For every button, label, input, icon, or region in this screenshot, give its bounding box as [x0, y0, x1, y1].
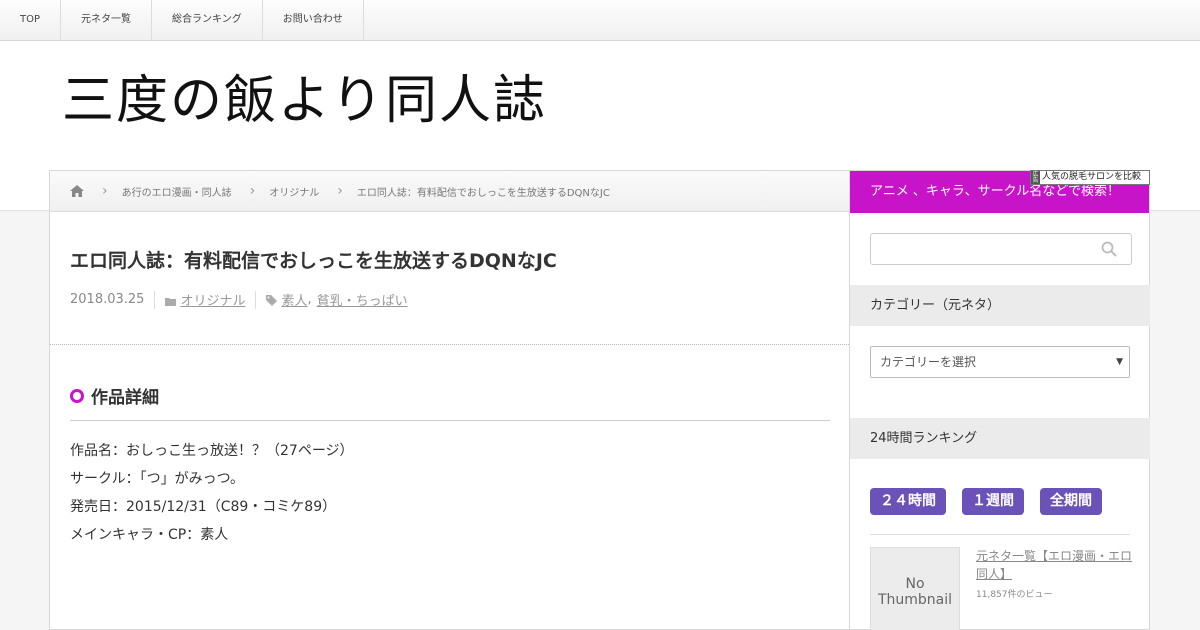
top-nav: TOP 元ネタ一覧 総合ランキング お問い合わせ — [0, 0, 1200, 41]
section-heading-label: 作品詳細 — [91, 388, 159, 408]
meta-divider — [154, 290, 156, 309]
breadcrumb-item-current: エロ同人誌：有料配信でおしっこを生放送するDQNなJC — [356, 187, 610, 199]
detail-line-character: メインキャラ・CP：素人 — [70, 527, 229, 543]
nav-item-source-list[interactable]: 元ネタ一覧 — [61, 0, 153, 40]
search-icon[interactable] — [1101, 241, 1117, 261]
chevron-down-icon: ▼ — [1116, 357, 1123, 367]
circle-icon — [70, 388, 84, 403]
home-icon[interactable] — [70, 185, 84, 197]
section-heading: 作品詳細 — [70, 383, 830, 421]
nav-item-contact[interactable]: お問い合わせ — [263, 0, 364, 40]
category-select[interactable]: カテゴリーを選択 ▼ — [870, 346, 1130, 378]
ad-text: 人気の脱毛サロンを比較 — [1042, 172, 1142, 182]
work-details: 作品名：おしっこ生っ放送！？（27ページ） サークル：「つ」がみっつ。 発売日：… — [70, 441, 354, 553]
tag-icon — [266, 295, 278, 306]
detail-line-circle: サークル：「つ」がみっつ。 — [70, 471, 245, 487]
tab-all-time[interactable]: 全期間 — [1040, 488, 1102, 515]
chevron-right-icon: › — [102, 183, 108, 199]
ranking-item-link[interactable]: 元ネタ一覧【エロ漫画・エロ同人】 — [976, 547, 1132, 583]
post-meta: 2018.03.25 オリジナル 素人 , 貧乳・ちっぱい — [70, 290, 408, 309]
post-title: エロ同人誌：有料配信でおしっこを生放送するDQNなJC — [70, 250, 557, 272]
ranking-thumbnail[interactable]: No Thumbnail — [870, 547, 960, 630]
ad-mark: 広告 — [1031, 171, 1040, 184]
divider — [50, 344, 849, 345]
chevron-right-icon: › — [337, 183, 343, 199]
meta-divider — [255, 290, 257, 309]
post-category-link[interactable]: オリジナル — [180, 290, 245, 309]
breadcrumb-item-a-row[interactable]: あ行のエロ漫画・同人誌 — [122, 184, 232, 199]
nav-item-top[interactable]: TOP — [0, 0, 62, 40]
site-title[interactable]: 三度の飯より同人誌 — [62, 70, 547, 132]
ranking-item-views: 11,857件のビュー — [976, 590, 1053, 600]
tag-separator: , — [307, 292, 312, 307]
tab-24h[interactable]: ２４時間 — [870, 488, 946, 515]
tab-week[interactable]: １週間 — [962, 488, 1024, 515]
divider — [870, 534, 1130, 535]
ad-label[interactable]: 広告 人気の脱毛サロンを比較 — [1030, 170, 1150, 185]
search-input[interactable] — [870, 233, 1132, 265]
category-heading: カテゴリー（元ネタ） — [850, 285, 1150, 326]
ranking-tabs: ２４時間 １週間 全期間 — [870, 488, 1118, 515]
category-select-value: カテゴリーを選択 — [880, 355, 977, 369]
breadcrumb-item-original[interactable]: オリジナル — [269, 184, 319, 199]
folder-icon — [165, 295, 177, 306]
main-content: › あ行のエロ漫画・同人誌 › オリジナル › エロ同人誌：有料配信でおしっこを… — [49, 170, 850, 630]
post-date: 2018.03.25 — [70, 292, 145, 307]
ranking-heading: 24時間ランキング — [850, 418, 1150, 459]
breadcrumb: › あ行のエロ漫画・同人誌 › オリジナル › エロ同人誌：有料配信でおしっこを… — [50, 171, 849, 212]
chevron-right-icon: › — [249, 183, 256, 199]
detail-line-title: 作品名：おしっこ生っ放送！？（27ページ） — [70, 443, 354, 459]
nav-item-ranking[interactable]: 総合ランキング — [152, 0, 263, 40]
post-tag-link[interactable]: 素人 — [281, 290, 307, 309]
detail-line-release: 発売日：2015/12/31（C89・コミケ89） — [70, 499, 337, 515]
sidebar: アニメ 、キャラ、サークル名などで検索！ カテゴリー（元ネタ） カテゴリーを選択… — [850, 170, 1150, 630]
post-tag-link[interactable]: 貧乳・ちっぱい — [317, 290, 408, 309]
